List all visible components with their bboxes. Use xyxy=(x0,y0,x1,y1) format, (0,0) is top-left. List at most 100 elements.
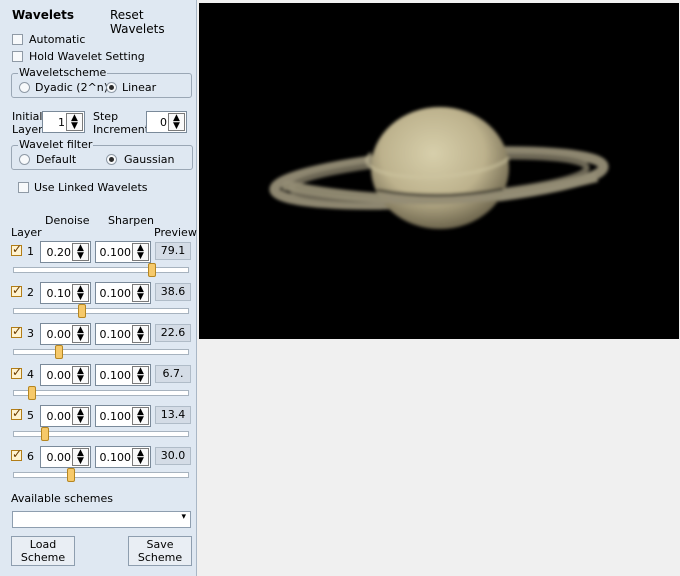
layer-slider-thumb[interactable] xyxy=(55,345,63,359)
schemes-dropdown[interactable]: ▾ xyxy=(12,511,191,528)
layer-enable-checkbox[interactable] xyxy=(11,242,22,256)
step-increment-value: 0 xyxy=(160,116,167,129)
initial-layer-value: 1 xyxy=(58,116,65,129)
hold-wavelet-checkbox[interactable] xyxy=(12,51,23,62)
denoise-value: 0.00 xyxy=(46,328,72,341)
layer-enable-checkbox[interactable] xyxy=(11,365,22,379)
denoise-value: 0.00 xyxy=(46,451,72,464)
layer-header: Layer xyxy=(11,226,42,239)
layer-number: 4 xyxy=(27,368,34,381)
automatic-checkbox[interactable] xyxy=(12,34,23,45)
layer-slider-thumb[interactable] xyxy=(148,263,156,277)
spinner-arrows-icon[interactable]: ▲ ▼ xyxy=(132,325,149,343)
sharpen-value: 0.100 xyxy=(99,410,132,423)
layer-slider-track[interactable] xyxy=(13,431,189,437)
preview-value-badge[interactable]: 22.6 xyxy=(155,324,191,342)
layer-enable-checkbox[interactable] xyxy=(11,283,22,297)
waveletscheme-legend: Waveletscheme xyxy=(18,66,108,79)
spinner-arrows-icon[interactable]: ▲ ▼ xyxy=(132,284,149,302)
layer-enable-checkbox[interactable] xyxy=(11,406,22,420)
denoise-spinner[interactable]: 0.10 ▲ ▼ xyxy=(40,282,91,304)
layer-slider-thumb[interactable] xyxy=(78,304,86,318)
load-scheme-label: Load Scheme xyxy=(20,538,66,564)
spinner-arrows-icon[interactable]: ▲ ▼ xyxy=(132,366,149,384)
layer-slider-track[interactable] xyxy=(13,472,189,478)
spinner-arrows-icon[interactable]: ▲ ▼ xyxy=(132,243,149,261)
use-linked-wavelets-label: Use Linked Wavelets xyxy=(34,181,148,194)
gaussian-filter-label: Gaussian xyxy=(124,153,175,166)
sharpen-value: 0.100 xyxy=(99,246,132,259)
denoise-value: 0.20 xyxy=(46,246,72,259)
layer-slider-track[interactable] xyxy=(13,267,189,273)
sharpen-spinner[interactable]: 0.100 ▲ ▼ xyxy=(95,282,151,304)
sharpen-value: 0.100 xyxy=(99,287,132,300)
default-filter-radio[interactable] xyxy=(19,154,30,165)
sharpen-spinner[interactable]: 0.100 ▲ ▼ xyxy=(95,241,151,263)
hold-wavelet-label: Hold Wavelet Setting xyxy=(29,50,145,63)
spinner-arrows-icon[interactable]: ▲ ▼ xyxy=(66,113,83,131)
layer-number: 3 xyxy=(27,327,34,340)
preview-value-badge[interactable]: 13.4 xyxy=(155,406,191,424)
sharpen-value: 0.100 xyxy=(99,451,132,464)
use-linked-wavelets-checkbox[interactable] xyxy=(18,182,29,193)
wavelet-filter-legend: Wavelet filter xyxy=(18,138,94,151)
denoise-value: 0.00 xyxy=(46,369,72,382)
layer-slider-track[interactable] xyxy=(13,390,189,396)
spinner-arrows-icon[interactable]: ▲ ▼ xyxy=(72,243,89,261)
sharpen-spinner[interactable]: 0.100 ▲ ▼ xyxy=(95,446,151,468)
denoise-value: 0.00 xyxy=(46,410,72,423)
denoise-spinner[interactable]: 0.20 ▲ ▼ xyxy=(40,241,91,263)
layer-slider-thumb[interactable] xyxy=(41,427,49,441)
sharpen-value: 0.100 xyxy=(99,369,132,382)
preview-value-badge[interactable]: 38.6 xyxy=(155,283,191,301)
preview-header: Preview xyxy=(154,226,197,239)
panel-title: Wavelets xyxy=(12,8,74,22)
linear-radio[interactable] xyxy=(106,82,117,93)
default-filter-label: Default xyxy=(36,153,77,166)
save-scheme-button[interactable]: Save Scheme xyxy=(128,536,192,566)
spinner-arrows-icon[interactable]: ▲ ▼ xyxy=(72,448,89,466)
layer-slider-thumb[interactable] xyxy=(28,386,36,400)
spinner-arrows-icon[interactable]: ▲ ▼ xyxy=(72,366,89,384)
denoise-spinner[interactable]: 0.00 ▲ ▼ xyxy=(40,405,91,427)
initial-layer-spinner[interactable]: 1 ▲ ▼ xyxy=(42,111,85,133)
layer-slider-thumb[interactable] xyxy=(67,468,75,482)
automatic-label: Automatic xyxy=(29,33,86,46)
step-increment-spinner[interactable]: 0 ▲ ▼ xyxy=(146,111,187,133)
step-increment-label: Step Increment xyxy=(93,110,150,136)
denoise-value: 0.10 xyxy=(46,287,72,300)
sharpen-spinner[interactable]: 0.100 ▲ ▼ xyxy=(95,405,151,427)
denoise-header: Denoise xyxy=(45,214,90,227)
layer-enable-checkbox[interactable] xyxy=(11,447,22,461)
preview-canvas[interactable] xyxy=(199,3,679,339)
available-schemes-label: Available schemes xyxy=(11,492,114,505)
preview-value-badge[interactable]: 6.7. xyxy=(155,365,191,383)
dropdown-arrow-icon[interactable]: ▾ xyxy=(181,512,186,522)
denoise-spinner[interactable]: 0.00 ▲ ▼ xyxy=(40,364,91,386)
initial-layer-label: Initial Layer xyxy=(12,110,43,136)
spinner-arrows-icon[interactable]: ▲ ▼ xyxy=(132,407,149,425)
layer-enable-checkbox[interactable] xyxy=(11,324,22,338)
save-scheme-label: Save Scheme xyxy=(137,538,183,564)
preview-value-badge[interactable]: 30.0 xyxy=(155,447,191,465)
layer-slider-track[interactable] xyxy=(13,308,189,314)
spinner-arrows-icon[interactable]: ▲ ▼ xyxy=(72,407,89,425)
sharpen-header: Sharpen xyxy=(108,214,154,227)
layer-number: 1 xyxy=(27,245,34,258)
preview-value-badge[interactable]: 79.1 xyxy=(155,242,191,260)
spinner-arrows-icon[interactable]: ▲ ▼ xyxy=(132,448,149,466)
sharpen-spinner[interactable]: 0.100 ▲ ▼ xyxy=(95,364,151,386)
spinner-arrows-icon[interactable]: ▲ ▼ xyxy=(168,113,185,131)
dyadic-radio[interactable] xyxy=(19,82,30,93)
spinner-arrows-icon[interactable]: ▲ ▼ xyxy=(72,325,89,343)
load-scheme-button[interactable]: Load Scheme xyxy=(11,536,75,566)
spinner-arrows-icon[interactable]: ▲ ▼ xyxy=(72,284,89,302)
layer-number: 2 xyxy=(27,286,34,299)
layer-slider-track[interactable] xyxy=(13,349,189,355)
denoise-spinner[interactable]: 0.00 ▲ ▼ xyxy=(40,446,91,468)
sharpen-spinner[interactable]: 0.100 ▲ ▼ xyxy=(95,323,151,345)
denoise-spinner[interactable]: 0.00 ▲ ▼ xyxy=(40,323,91,345)
reset-wavelets-button[interactable]: Reset Wavelets xyxy=(110,8,196,36)
gaussian-filter-radio[interactable] xyxy=(106,154,117,165)
sharpen-value: 0.100 xyxy=(99,328,132,341)
